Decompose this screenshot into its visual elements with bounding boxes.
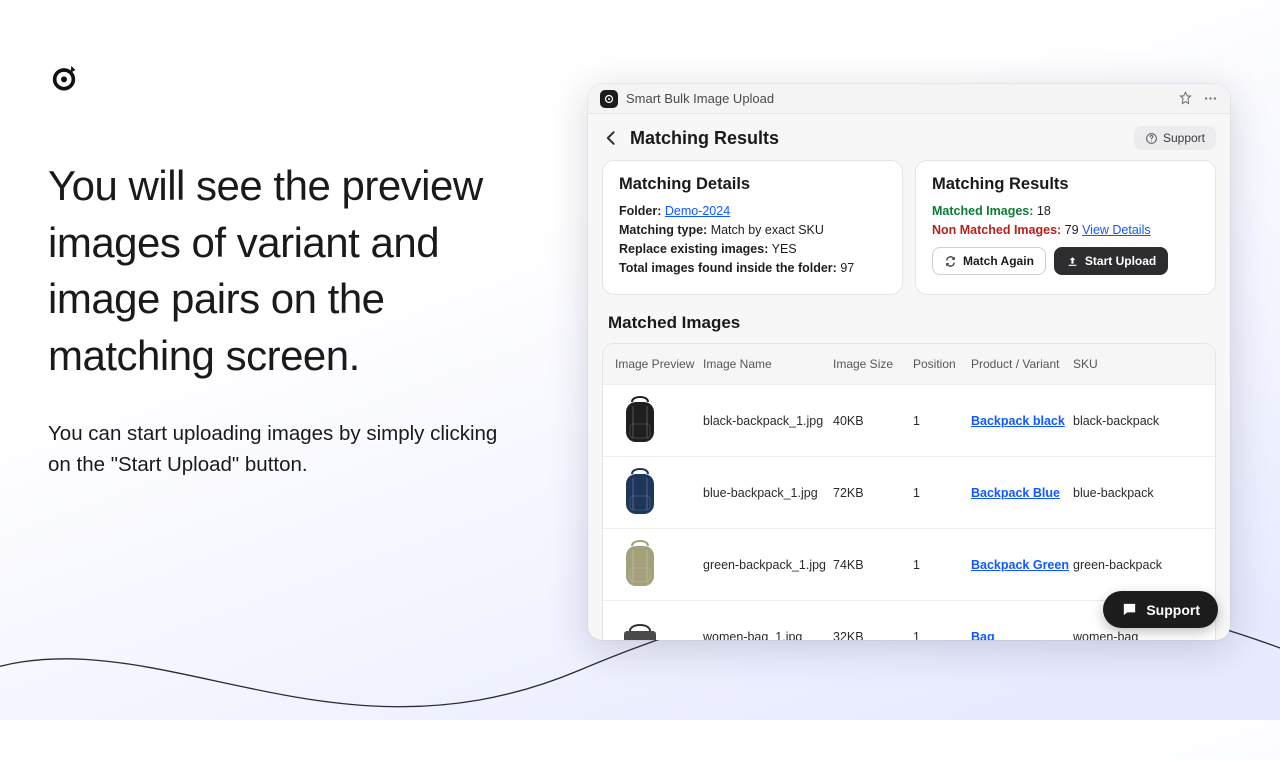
image-name-cell: blue-backpack_1.jpg — [703, 486, 833, 500]
image-preview-thumb — [615, 608, 665, 641]
position-cell: 1 — [913, 630, 971, 641]
chat-icon — [1121, 601, 1138, 618]
table-row: blue-backpack_1.jpg72KB1Backpack Blue blu… — [603, 456, 1215, 528]
position-cell: 1 — [913, 486, 971, 500]
table-row: green-backpack_1.jpg74KB1Backpack Green g… — [603, 528, 1215, 600]
titlebar: Smart Bulk Image Upload — [588, 84, 1230, 114]
image-name-cell: green-backpack_1.jpg — [703, 558, 833, 572]
start-upload-label: Start Upload — [1085, 254, 1156, 268]
position-cell: 1 — [913, 558, 971, 572]
table-row: black-backpack_1.jpg40KB1Backpack black b… — [603, 384, 1215, 456]
more-icon[interactable] — [1203, 91, 1218, 106]
total-value: 97 — [840, 261, 854, 275]
replace-value: YES — [772, 242, 797, 256]
col-sku: SKU — [1073, 357, 1173, 371]
nonmatched-value: 79 — [1065, 223, 1079, 237]
sku-cell: black-backpack — [1073, 414, 1173, 428]
upload-icon — [1066, 255, 1079, 268]
refresh-icon — [944, 255, 957, 268]
col-name: Image Name — [703, 357, 833, 371]
chat-label: Support — [1146, 602, 1200, 618]
nonmatched-label: Non Matched Images: — [932, 223, 1061, 237]
folder-link[interactable]: Demo-2024 — [665, 204, 730, 218]
folder-label: Folder: — [619, 204, 661, 218]
position-cell: 1 — [913, 414, 971, 428]
support-label: Support — [1163, 131, 1205, 145]
back-arrow-icon[interactable] — [602, 128, 622, 148]
results-heading: Matching Results — [932, 175, 1199, 194]
app-logo — [48, 62, 80, 94]
image-name-cell: women-bag_1.jpg — [703, 630, 833, 641]
image-name-cell: black-backpack_1.jpg — [703, 414, 833, 428]
view-details-link[interactable]: View Details — [1082, 223, 1151, 237]
page-title: Matching Results — [630, 128, 779, 149]
matched-value: 18 — [1037, 204, 1051, 218]
help-icon — [1145, 132, 1158, 145]
image-size-cell: 40KB — [833, 414, 913, 428]
support-button[interactable]: Support — [1134, 126, 1216, 150]
variant-link[interactable]: Bag — [971, 630, 995, 641]
matching-type-value: Match by exact SKU — [711, 223, 824, 237]
start-upload-button[interactable]: Start Upload — [1054, 247, 1168, 275]
col-preview: Image Preview — [615, 357, 703, 371]
col-position: Position — [913, 357, 971, 371]
sku-cell: green-backpack — [1073, 558, 1173, 572]
matched-images-heading: Matched Images — [588, 295, 1230, 343]
image-preview-thumb — [615, 464, 665, 522]
window-title: Smart Bulk Image Upload — [626, 91, 774, 106]
matching-details-card: Matching Details Folder: Demo-2024 Match… — [602, 160, 903, 295]
matched-label: Matched Images: — [932, 204, 1033, 218]
match-again-label: Match Again — [963, 254, 1034, 268]
image-preview-thumb — [615, 536, 665, 594]
marketing-subhead: You can start uploading images by simply… — [48, 419, 518, 481]
total-label: Total images found inside the folder: — [619, 261, 837, 275]
col-size: Image Size — [833, 357, 913, 371]
matching-type-label: Matching type: — [619, 223, 707, 237]
variant-link[interactable]: Backpack Blue — [971, 486, 1060, 500]
details-heading: Matching Details — [619, 175, 886, 194]
variant-link[interactable]: Backpack Green — [971, 558, 1069, 572]
image-size-cell: 32KB — [833, 630, 913, 641]
image-size-cell: 72KB — [833, 486, 913, 500]
sku-cell: blue-backpack — [1073, 486, 1173, 500]
replace-label: Replace existing images: — [619, 242, 768, 256]
image-size-cell: 74KB — [833, 558, 913, 572]
app-icon — [600, 90, 618, 108]
variant-link[interactable]: Backpack black — [971, 414, 1065, 428]
sku-cell: women-bag — [1073, 630, 1173, 641]
marketing-headline: You will see the preview images of varia… — [48, 158, 518, 385]
match-again-button[interactable]: Match Again — [932, 247, 1046, 275]
col-variant: Product / Variant — [971, 357, 1073, 371]
app-window: Smart Bulk Image Upload Matching Results… — [588, 84, 1230, 640]
support-chat-button[interactable]: Support — [1103, 591, 1218, 628]
matching-results-card: Matching Results Matched Images: 18 Non … — [915, 160, 1216, 295]
image-preview-thumb — [615, 392, 665, 450]
pin-icon[interactable] — [1178, 91, 1193, 106]
